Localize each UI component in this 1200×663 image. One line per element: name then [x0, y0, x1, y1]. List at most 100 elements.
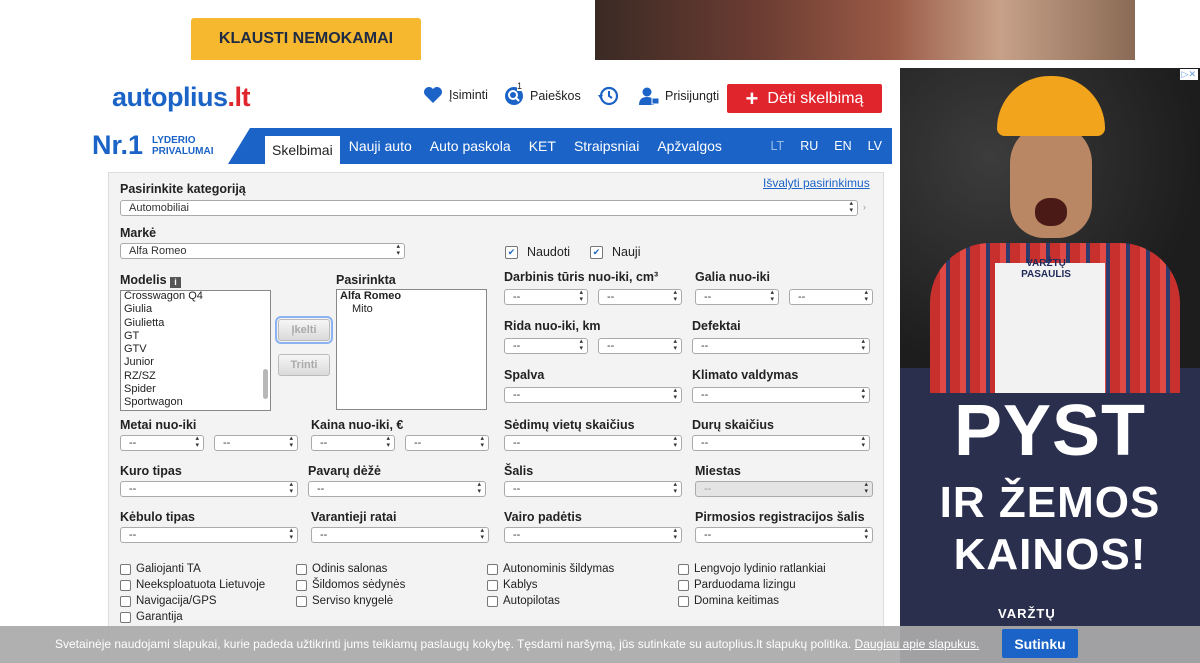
checkbox-autonominis-sildymas[interactable]: Autonominis šildymas	[487, 563, 614, 575]
cookie-text: Svetainėje naudojami slapukai, kurie pad…	[55, 637, 852, 651]
color-select[interactable]: --	[504, 387, 682, 403]
mileage-from-select[interactable]: --	[504, 338, 588, 354]
search-form: Pasirinkite kategoriją Išvalyti pasirink…	[108, 172, 884, 663]
year-from-select[interactable]: --	[120, 435, 204, 451]
seats-select[interactable]: --	[504, 435, 682, 451]
price-to-select[interactable]: --	[405, 435, 489, 451]
year-to-select[interactable]: --	[214, 435, 298, 451]
year-label: Metai nuo-iki	[120, 418, 197, 432]
category-label: Pasirinkite kategoriją	[120, 182, 246, 196]
history-button[interactable]	[597, 86, 619, 106]
login-link[interactable]: Prisijungti	[639, 86, 719, 106]
list-item[interactable]: Giulia	[121, 303, 270, 316]
language-switcher: LT RU EN LV	[771, 128, 882, 164]
doors-select[interactable]: --	[692, 435, 870, 451]
tab-skelbimai[interactable]: Skelbimai	[265, 136, 340, 164]
remove-model-button[interactable]: Trinti	[278, 354, 330, 376]
checkbox-kablys[interactable]: Kablys	[487, 579, 538, 591]
climate-select[interactable]: --	[692, 387, 870, 403]
price-from-select[interactable]: --	[311, 435, 395, 451]
selected-listbox[interactable]: Alfa Romeo Mito	[336, 289, 487, 410]
selected-make[interactable]: Alfa Romeo	[337, 290, 486, 303]
power-to-select[interactable]: --	[789, 289, 873, 305]
lang-ru[interactable]: RU	[800, 139, 818, 153]
list-item[interactable]: Spider	[121, 383, 270, 396]
wheel-select[interactable]: --	[504, 527, 682, 543]
power-from-select[interactable]: --	[695, 289, 779, 305]
lang-en[interactable]: EN	[834, 139, 851, 153]
selected-model[interactable]: Mito	[337, 303, 486, 316]
gearbox-select[interactable]: --	[308, 481, 486, 497]
leader-badge[interactable]: Nr.1 LYDERIO PRIVALUMAI	[85, 128, 250, 164]
cookie-accept-button[interactable]: Sutinku	[1002, 629, 1078, 658]
engine-from-select[interactable]: --	[504, 289, 588, 305]
checkbox-garantija[interactable]: Garantija	[120, 611, 183, 623]
autoplius-logo[interactable]: autoplius.lt	[112, 82, 250, 113]
gearbox-label: Pavarų dėžė	[308, 464, 381, 478]
nav-tabs: Skelbimai Nauji auto Auto paskola KET St…	[265, 128, 731, 164]
list-item[interactable]: RZ/SZ	[121, 370, 270, 383]
checkbox-sildomos-sedynes[interactable]: Šildomos sėdynės	[296, 579, 405, 591]
used-checkbox[interactable]: ✔ Naudoti	[505, 245, 570, 259]
model-listbox[interactable]: Crosswagon Q4 Giulia Giulietta GT GTV Ju…	[120, 290, 271, 411]
checkbox-galiojanti-ta[interactable]: Galiojanti TA	[120, 563, 201, 575]
listbox-scrollbar[interactable]	[263, 369, 268, 399]
top-ad-banner[interactable]: KLAUSTI NEMOKAMAI	[165, 0, 1135, 60]
tab-straipsniai[interactable]: Straipsniai	[565, 128, 648, 164]
category-select[interactable]: Automobiliai	[120, 200, 858, 216]
cookie-more-link[interactable]: Daugiau apie slapukus.	[855, 637, 980, 651]
searches-link[interactable]: 1 Paieškos	[504, 81, 581, 106]
mileage-to-select[interactable]: --	[598, 338, 682, 354]
color-label: Spalva	[504, 368, 545, 382]
post-ad-button[interactable]: + Dėti skelbimą	[727, 84, 882, 113]
lang-lv[interactable]: LV	[868, 139, 882, 153]
checkbox-lizingu[interactable]: Parduodama lizingu	[678, 579, 796, 591]
fuel-label: Kuro tipas	[120, 464, 182, 478]
lang-lt[interactable]: LT	[771, 139, 785, 153]
body-select[interactable]: --	[120, 527, 298, 543]
first-registration-select[interactable]: --	[695, 527, 873, 543]
remember-link[interactable]: Įsiminti	[423, 86, 488, 104]
make-label: Markė	[120, 226, 157, 240]
wheel-label: Vairo padėtis	[504, 510, 582, 524]
city-select: --	[695, 481, 873, 497]
history-icon	[598, 86, 619, 106]
list-item[interactable]: Sportwagon	[121, 396, 270, 409]
side-ad-banner[interactable]: VARŽTŲ PASAULIS ▷✕ PYST IR ŽEMOS KAINOS!…	[900, 68, 1200, 663]
checkbox-ratlankiai[interactable]: Lengvojo lydinio ratlankiai	[678, 563, 826, 575]
list-item[interactable]: Giulietta	[121, 317, 270, 330]
tab-apzvalgos[interactable]: Apžvalgos	[648, 128, 731, 164]
list-item[interactable]: Crosswagon Q4	[121, 291, 270, 303]
drive-select[interactable]: --	[311, 527, 489, 543]
info-icon[interactable]: i	[170, 277, 182, 288]
new-checkbox[interactable]: ✔ Nauji	[590, 245, 641, 259]
ask-free-button[interactable]: KLAUSTI NEMOKAMAI	[191, 18, 421, 60]
checkbox-domina-keitimas[interactable]: Domina keitimas	[678, 595, 779, 607]
ad-choices-icon[interactable]: ▷✕	[1179, 69, 1198, 80]
checkbox-serviso-knygele[interactable]: Serviso knygelė	[296, 595, 393, 607]
clear-selection-link[interactable]: Išvalyti pasirinkimus	[763, 176, 870, 190]
city-label: Miestas	[695, 464, 741, 478]
list-item[interactable]: GT	[121, 330, 270, 343]
main-navbar: Nr.1 LYDERIO PRIVALUMAI Skelbimai Nauji a…	[85, 128, 892, 164]
country-select[interactable]: --	[504, 481, 682, 497]
defects-select[interactable]: --	[692, 338, 870, 354]
user-icon	[639, 87, 659, 105]
engine-to-select[interactable]: --	[598, 289, 682, 305]
searches-count-badge: 1	[517, 81, 523, 91]
add-model-button[interactable]: Įkelti	[275, 316, 333, 344]
price-label: Kaina nuo-iki, €	[311, 418, 404, 432]
checkbox-neeksploatuota[interactable]: Neeksploatuota Lietuvoje	[120, 579, 265, 591]
tab-ket[interactable]: KET	[520, 128, 565, 164]
tab-nauji-auto[interactable]: Nauji auto	[340, 128, 421, 164]
climate-label: Klimato valdymas	[692, 368, 799, 382]
make-select[interactable]: Alfa Romeo	[120, 243, 405, 259]
ad-brand-logo: VARŽTŲ	[998, 606, 1056, 621]
list-item[interactable]: Junior	[121, 356, 270, 369]
tab-auto-paskola[interactable]: Auto paskola	[421, 128, 520, 164]
checkbox-navigacija[interactable]: Navigacija/GPS	[120, 595, 217, 607]
checkbox-autopilotas[interactable]: Autopilotas	[487, 595, 560, 607]
fuel-select[interactable]: --	[120, 481, 298, 497]
list-item[interactable]: GTV	[121, 343, 270, 356]
checkbox-odinis-salonas[interactable]: Odinis salonas	[296, 563, 387, 575]
